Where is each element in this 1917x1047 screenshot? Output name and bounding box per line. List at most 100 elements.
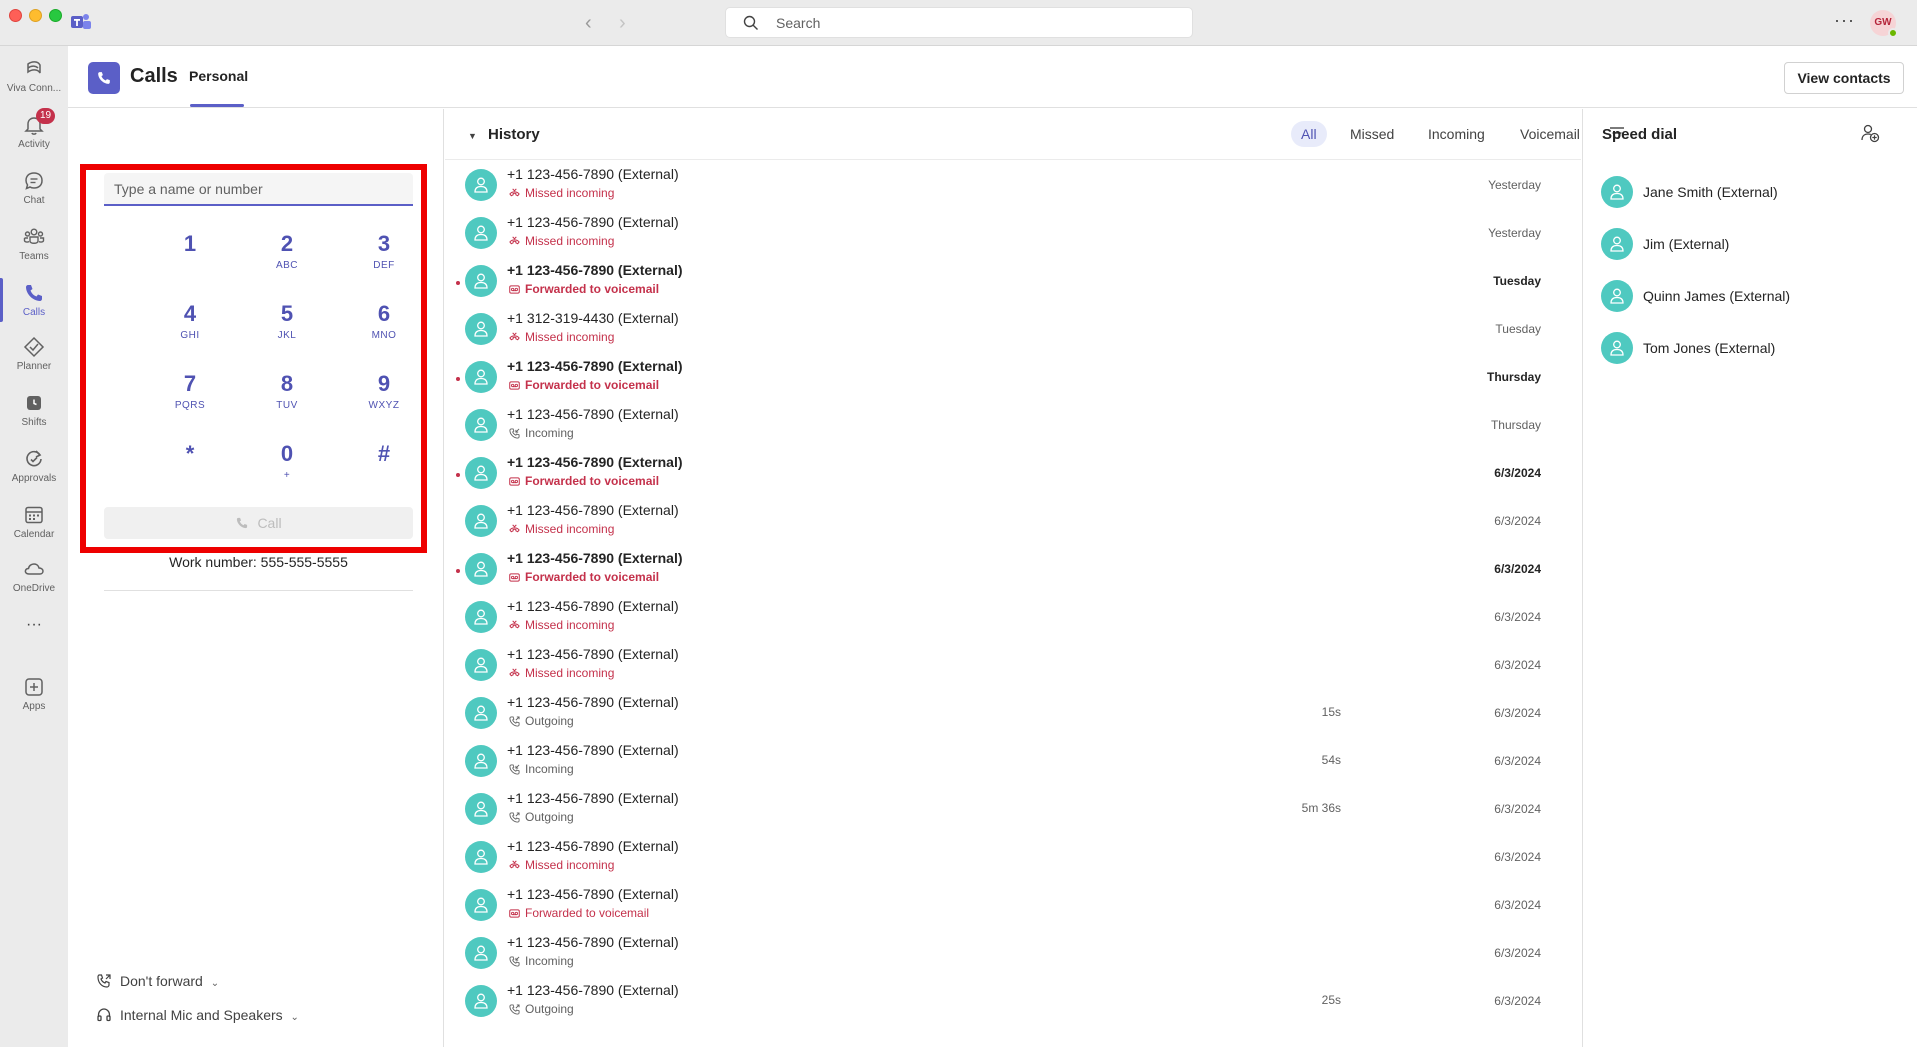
dial-key-letters: ABC bbox=[275, 260, 299, 271]
history-row[interactable]: +1 123-456-7890 (External) Forwarded to v… bbox=[445, 353, 1581, 401]
call-status-text: Forwarded to voicemail bbox=[525, 570, 660, 584]
history-row[interactable]: +1 312-319-4430 (External) Missed incomin… bbox=[445, 305, 1581, 353]
call-status-text: Outgoing bbox=[525, 1002, 574, 1016]
dial-key-2[interactable]: 2 ABC bbox=[247, 230, 327, 288]
dial-key-4[interactable]: 4 GHI bbox=[150, 300, 230, 358]
rail-item-viva-connections[interactable]: Viva Conn... bbox=[0, 50, 68, 106]
call-date: 6/3/2024 bbox=[1494, 658, 1541, 672]
history-row[interactable]: +1 123-456-7890 (External) Incoming Thursd… bbox=[445, 401, 1581, 449]
call-date: 6/3/2024 bbox=[1494, 898, 1541, 912]
history-row[interactable]: +1 123-456-7890 (External) Outgoing 15s 6/3… bbox=[445, 689, 1581, 737]
history-row[interactable]: +1 123-456-7890 (External) Missed incomin… bbox=[445, 161, 1581, 209]
history-row[interactable]: +1 123-456-7890 (External) Missed incomin… bbox=[445, 593, 1581, 641]
rail-item-more-apps[interactable]: ··· bbox=[0, 612, 68, 652]
call-date: Thursday bbox=[1486, 370, 1541, 384]
history-row[interactable]: +1 123-456-7890 (External) Incoming 6/3/20… bbox=[445, 929, 1581, 977]
history-row[interactable]: +1 123-456-7890 (External) Incoming 54s 6/3… bbox=[445, 737, 1581, 785]
collapse-caret-icon[interactable]: ▼ bbox=[468, 131, 477, 141]
call-status: Outgoing bbox=[509, 810, 574, 824]
dial-key-6[interactable]: 6 MNO bbox=[344, 300, 424, 358]
rail-item-calls[interactable]: Calls bbox=[0, 274, 68, 330]
speed-dial-contact[interactable]: Jane Smith (External) bbox=[1601, 174, 1901, 210]
contact-avatar bbox=[1601, 228, 1633, 260]
dial-key-1[interactable]: 1 bbox=[150, 230, 230, 288]
rail-item-calendar[interactable]: Calendar bbox=[0, 496, 68, 552]
call-status-text: Missed incoming bbox=[525, 666, 615, 680]
caller-name: +1 123-456-7890 (External) bbox=[507, 166, 679, 182]
rail-item-chat[interactable]: Chat bbox=[0, 162, 68, 218]
speed-dial-contact[interactable]: Jim (External) bbox=[1601, 226, 1901, 262]
call-status: Missed incoming bbox=[509, 858, 614, 872]
rail-item-planner[interactable]: Planner bbox=[0, 328, 68, 384]
dial-key-7[interactable]: 7 PQRS bbox=[150, 370, 230, 428]
dial-key-letters: + bbox=[283, 470, 291, 481]
rail-item-approvals[interactable]: Approvals bbox=[0, 440, 68, 496]
filter-missed[interactable]: Missed bbox=[1340, 121, 1404, 147]
filter-voicemail[interactable]: Voicemail bbox=[1510, 121, 1590, 147]
more-options-icon[interactable]: ··· bbox=[1834, 10, 1855, 31]
history-row[interactable]: +1 123-456-7890 (External) Forwarded to v… bbox=[445, 257, 1581, 305]
call-status-text: Missed incoming bbox=[525, 186, 615, 200]
caller-name: +1 123-456-7890 (External) bbox=[507, 358, 683, 374]
dial-key-star[interactable]: * bbox=[150, 440, 230, 498]
rail-item-apps[interactable]: Apps bbox=[0, 668, 68, 724]
call-button[interactable]: Call bbox=[104, 507, 413, 539]
dial-key-8[interactable]: 8 TUV bbox=[247, 370, 327, 428]
rail-item-teams[interactable]: Teams bbox=[0, 218, 68, 274]
zoom-window-button[interactable] bbox=[49, 9, 62, 22]
missed-call-icon bbox=[509, 188, 520, 197]
contact-avatar bbox=[1601, 332, 1633, 364]
speed-dial-contact[interactable]: Tom Jones (External) bbox=[1601, 330, 1901, 366]
view-contacts-button[interactable]: View contacts bbox=[1784, 62, 1904, 94]
unread-dot-icon bbox=[456, 377, 460, 381]
history-row[interactable]: +1 123-456-7890 (External) Missed incomin… bbox=[445, 641, 1581, 689]
search-input[interactable]: Search bbox=[725, 7, 1193, 38]
history-row[interactable]: +1 123-456-7890 (External) Missed incomin… bbox=[445, 833, 1581, 881]
minimize-window-button[interactable] bbox=[29, 9, 42, 22]
dial-key-3[interactable]: 3 DEF bbox=[344, 230, 424, 288]
contact-name: Jane Smith (External) bbox=[1643, 184, 1778, 200]
audio-device-dropdown[interactable]: Internal Mic and Speakers ⌄ bbox=[96, 1007, 299, 1023]
history-row[interactable]: +1 123-456-7890 (External) Outgoing 25s 6/3… bbox=[445, 977, 1581, 1025]
filter-incoming[interactable]: Incoming bbox=[1418, 121, 1495, 147]
speed-dial-contact[interactable]: Quinn James (External) bbox=[1601, 278, 1901, 314]
dial-key-digit: 5 bbox=[280, 301, 294, 326]
back-arrow-icon[interactable]: ‹ bbox=[585, 12, 592, 35]
dial-key-9[interactable]: 9 WXYZ bbox=[344, 370, 424, 428]
call-forwarding-dropdown[interactable]: Don't forward ⌄ bbox=[96, 973, 219, 989]
caller-name: +1 123-456-7890 (External) bbox=[507, 550, 683, 566]
dial-key-hash[interactable]: # bbox=[344, 440, 424, 498]
dial-key-0[interactable]: 0 + bbox=[247, 440, 327, 498]
dialer-panel: 1 2 ABC 3 DEF 4 GHI 5 JKL 6 MNO 7 PQRS 8 bbox=[68, 109, 444, 1047]
caller-name: +1 123-456-7890 (External) bbox=[507, 838, 679, 854]
rail-item-activity[interactable]: 19 Activity bbox=[0, 106, 68, 162]
teams-logo-icon bbox=[71, 14, 91, 29]
rail-item-shifts[interactable]: Shifts bbox=[0, 384, 68, 440]
history-row[interactable]: +1 123-456-7890 (External) Forwarded to v… bbox=[445, 545, 1581, 593]
chevron-down-icon: ⌄ bbox=[290, 1012, 299, 1023]
history-row[interactable]: +1 123-456-7890 (External) Missed incomin… bbox=[445, 497, 1581, 545]
call-status: Missed incoming bbox=[509, 186, 614, 200]
calls-header: Calls Personal View contacts bbox=[68, 46, 1917, 108]
tab-personal[interactable]: Personal bbox=[189, 68, 248, 84]
presence-available-icon bbox=[1888, 28, 1898, 38]
dial-key-5[interactable]: 5 JKL bbox=[247, 300, 327, 358]
caller-name: +1 123-456-7890 (External) bbox=[507, 214, 679, 230]
call-status-text: Incoming bbox=[525, 426, 574, 440]
call-status: Missed incoming bbox=[509, 522, 614, 536]
dial-number-input[interactable] bbox=[104, 173, 413, 206]
filter-all[interactable]: All bbox=[1291, 121, 1327, 147]
user-avatar[interactable]: GW bbox=[1870, 10, 1898, 38]
unread-dot-icon bbox=[456, 569, 460, 573]
person-icon bbox=[474, 849, 488, 865]
add-contact-icon[interactable] bbox=[1860, 123, 1880, 143]
history-row[interactable]: +1 123-456-7890 (External) Forwarded to v… bbox=[445, 881, 1581, 929]
close-window-button[interactable] bbox=[9, 9, 22, 22]
call-forwarding-label: Don't forward bbox=[120, 973, 203, 989]
history-row[interactable]: +1 123-456-7890 (External) Outgoing 5m 36s… bbox=[445, 785, 1581, 833]
dial-key-digit: 9 bbox=[377, 371, 391, 396]
history-row[interactable]: +1 123-456-7890 (External) Forwarded to v… bbox=[445, 449, 1581, 497]
rail-item-onedrive[interactable]: OneDrive bbox=[0, 550, 68, 606]
history-row[interactable]: +1 123-456-7890 (External) Missed incomin… bbox=[445, 209, 1581, 257]
forward-arrow-icon[interactable]: › bbox=[619, 12, 626, 35]
